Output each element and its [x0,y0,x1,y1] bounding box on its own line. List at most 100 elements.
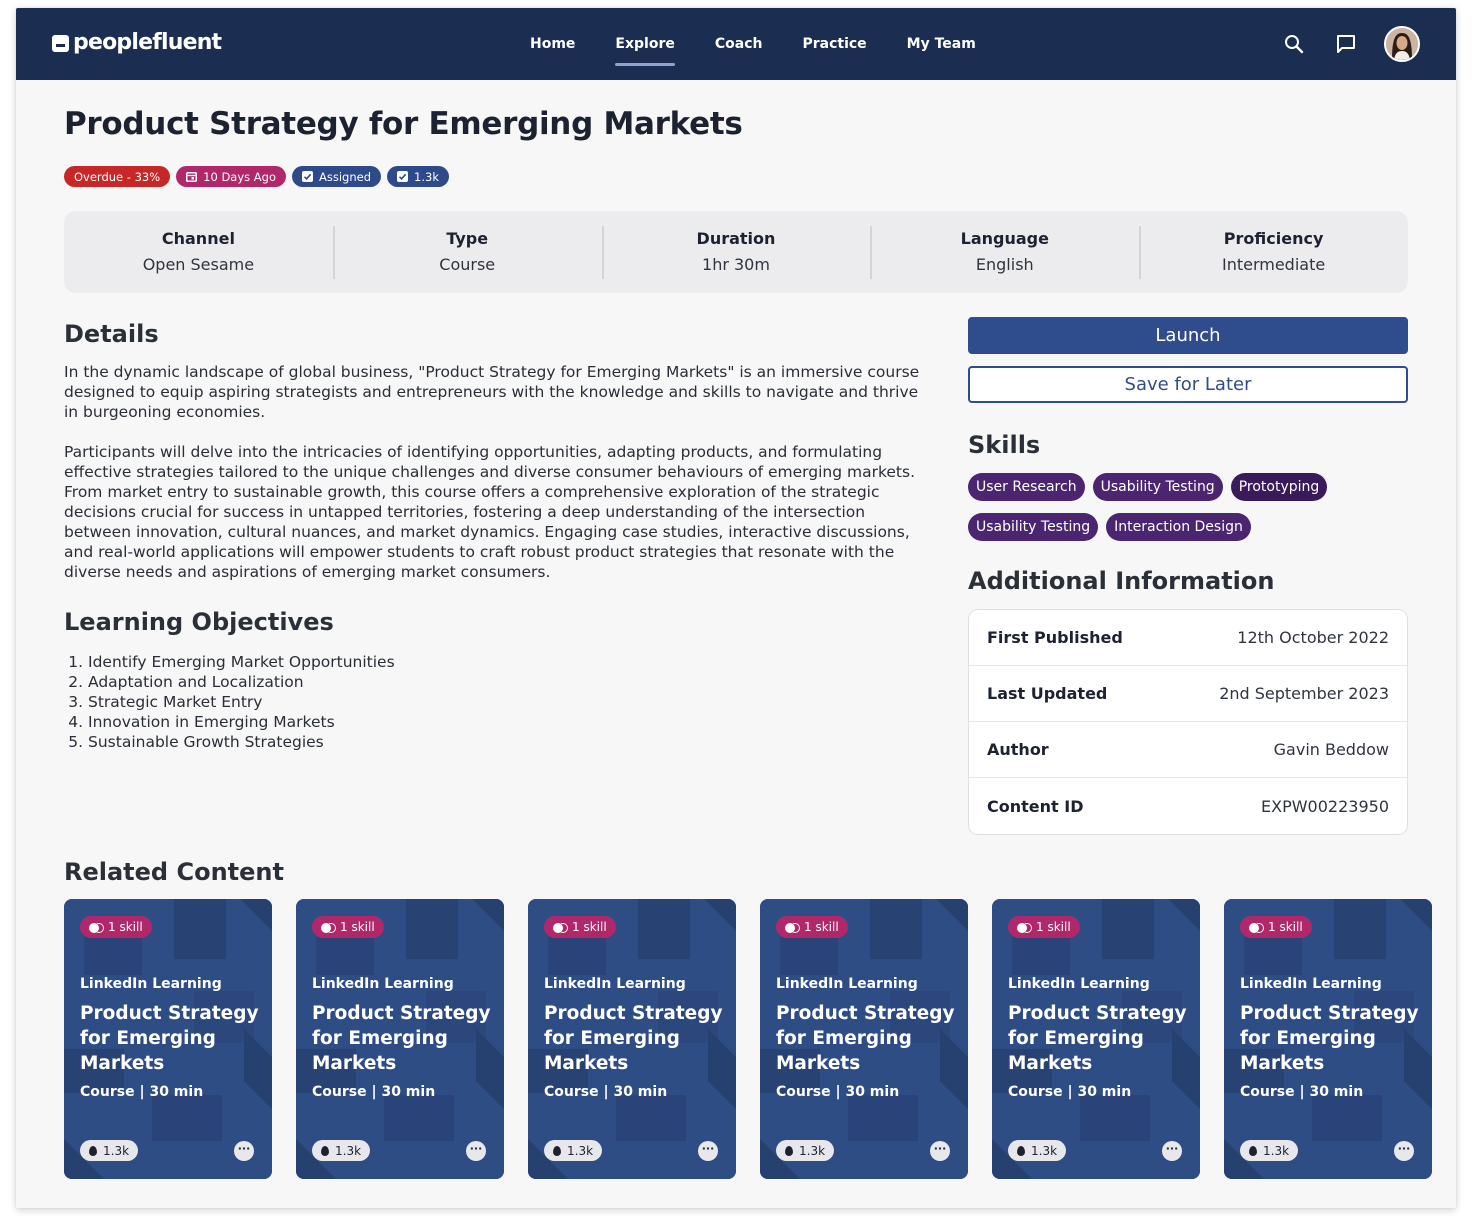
user-avatar[interactable] [1384,26,1420,62]
skill-chip[interactable]: Interaction Design [1106,513,1251,541]
info-value: 2nd September 2023 [1219,684,1389,703]
skill-icon [785,923,800,933]
info-value: Gavin Beddow [1273,740,1389,759]
skill-count-label: 1 skill [804,920,839,934]
skill-chip[interactable]: Usability Testing [968,513,1099,541]
search-icon[interactable] [1280,30,1308,58]
content-card[interactable]: 1 skill LinkedIn Learning Product Strate… [1224,899,1432,1179]
table-row: Content ID EXPW00223950 [969,778,1407,834]
content-card[interactable]: 1 skill LinkedIn Learning Product Strate… [992,899,1200,1179]
save-for-later-button[interactable]: Save for Later [968,366,1408,403]
skill-icon [553,923,568,933]
brand-logo[interactable]: peoplefluent [52,30,222,56]
views-badge: 1.3k [544,1140,603,1161]
skill-count-label: 1 skill [1036,920,1071,934]
meta-value: Open Sesame [142,254,255,274]
meta-value: Course [439,254,496,274]
meta-label: Language [960,228,1049,248]
card-meta: Course | 30 min [80,1084,204,1100]
header-actions [1280,8,1420,80]
card-provider: LinkedIn Learning [544,976,686,992]
card-meta: Course | 30 min [1008,1084,1132,1100]
related-content-list: 1 skill LinkedIn Learning Product Strate… [64,899,1432,1179]
related-content-heading: Related Content [64,858,284,886]
nav-home[interactable]: Home [510,8,595,80]
more-options-icon[interactable]: ··· [1162,1141,1182,1161]
objectives-list: Identify Emerging Market Opportunities A… [64,652,924,752]
content-card[interactable]: 1 skill LinkedIn Learning Product Strate… [64,899,272,1179]
views-badge: 1.3k [80,1140,139,1161]
details-paragraph: Participants will delve into the intrica… [64,443,916,581]
skill-chip[interactable]: User Research [968,473,1085,501]
checkbox-icon [302,171,314,182]
info-label: Author [987,740,1049,759]
meta-language: Language English [870,225,1139,279]
meta-proficiency: Proficiency Intermediate [1139,225,1408,279]
card-provider: LinkedIn Learning [1008,976,1150,992]
card-title: Product Strategy for Emerging Markets [1240,1003,1419,1074]
skills-heading: Skills [968,431,1041,459]
app-window: peoplefluent Home Explore Coach Practice… [16,8,1456,1208]
objectives-heading: Learning Objectives [64,608,334,636]
meta-value: Intermediate [1221,254,1326,274]
card-meta: Course | 30 min [544,1084,668,1100]
assigned-badge: Assigned [292,166,382,187]
meta-label: Duration [696,228,776,248]
details-heading: Details [64,320,159,348]
views-label: 1.3k [335,1143,362,1158]
more-options-icon[interactable]: ··· [466,1141,486,1161]
message-icon[interactable] [1332,30,1360,58]
skill-chip[interactable]: Prototyping [1230,473,1328,501]
calendar-icon [186,172,198,182]
more-options-icon[interactable]: ··· [698,1141,718,1161]
card-provider: LinkedIn Learning [312,976,454,992]
details-column: Details In the dynamic landscape of glob… [64,318,924,752]
date-label: 10 Days Ago [203,169,277,184]
skill-chip[interactable]: Usability Testing [1092,473,1223,501]
skill-count-label: 1 skill [572,920,607,934]
card-meta: Course | 30 min [1240,1084,1364,1100]
skill-count-badge: 1 skill [544,916,616,938]
views-badge: 1.3k [1240,1140,1299,1161]
meta-value: 1hr 30m [702,254,770,274]
meta-value: English [975,254,1034,274]
content-card[interactable]: 1 skill LinkedIn Learning Product Strate… [296,899,504,1179]
checkbox-icon [397,171,409,182]
views-badge: 1.3k [312,1140,371,1161]
views-label: 1.3k [103,1143,130,1158]
content-card[interactable]: 1 skill LinkedIn Learning Product Strate… [760,899,968,1179]
views-label: 1.3k [799,1143,826,1158]
nav-practice[interactable]: Practice [782,8,886,80]
views-badge: 1.3k [1008,1140,1067,1161]
skill-icon [321,923,336,933]
card-provider: LinkedIn Learning [1240,976,1382,992]
info-label: Last Updated [987,684,1108,703]
nav-explore[interactable]: Explore [595,8,694,80]
flame-icon [553,1145,561,1156]
course-meta-strip: Channel Open Sesame Type Course Duration… [64,211,1408,293]
card-title: Product Strategy for Emerging Markets [312,1003,491,1074]
more-options-icon[interactable]: ··· [930,1141,950,1161]
flame-icon [89,1145,97,1156]
more-options-icon[interactable]: ··· [1394,1141,1414,1161]
views-badge: 1.3k [387,166,449,187]
more-options-icon[interactable]: ··· [234,1141,254,1161]
card-title: Product Strategy for Emerging Markets [776,1003,955,1074]
meta-type: Type Course [332,225,602,279]
overdue-label: Overdue - 33% [74,169,161,184]
skill-count-badge: 1 skill [312,916,384,938]
views-badge: 1.3k [776,1140,835,1161]
skill-count-badge: 1 skill [776,916,848,938]
meta-duration: Duration 1hr 30m [601,225,871,279]
nav-my-team[interactable]: My Team [887,8,996,80]
meta-channel: Channel Open Sesame [64,228,333,277]
info-label: Content ID [987,796,1084,816]
nav-coach[interactable]: Coach [695,8,783,80]
additional-info-table: First Published 12th October 2022 Last U… [968,609,1408,835]
launch-button[interactable]: Launch [968,317,1408,354]
skill-count-badge: 1 skill [1240,916,1312,938]
info-value: 12th October 2022 [1237,628,1389,647]
main-nav: Home Explore Coach Practice My Team [510,8,996,80]
info-value: EXPW00223950 [1261,796,1389,816]
content-card[interactable]: 1 skill LinkedIn Learning Product Strate… [528,899,736,1179]
